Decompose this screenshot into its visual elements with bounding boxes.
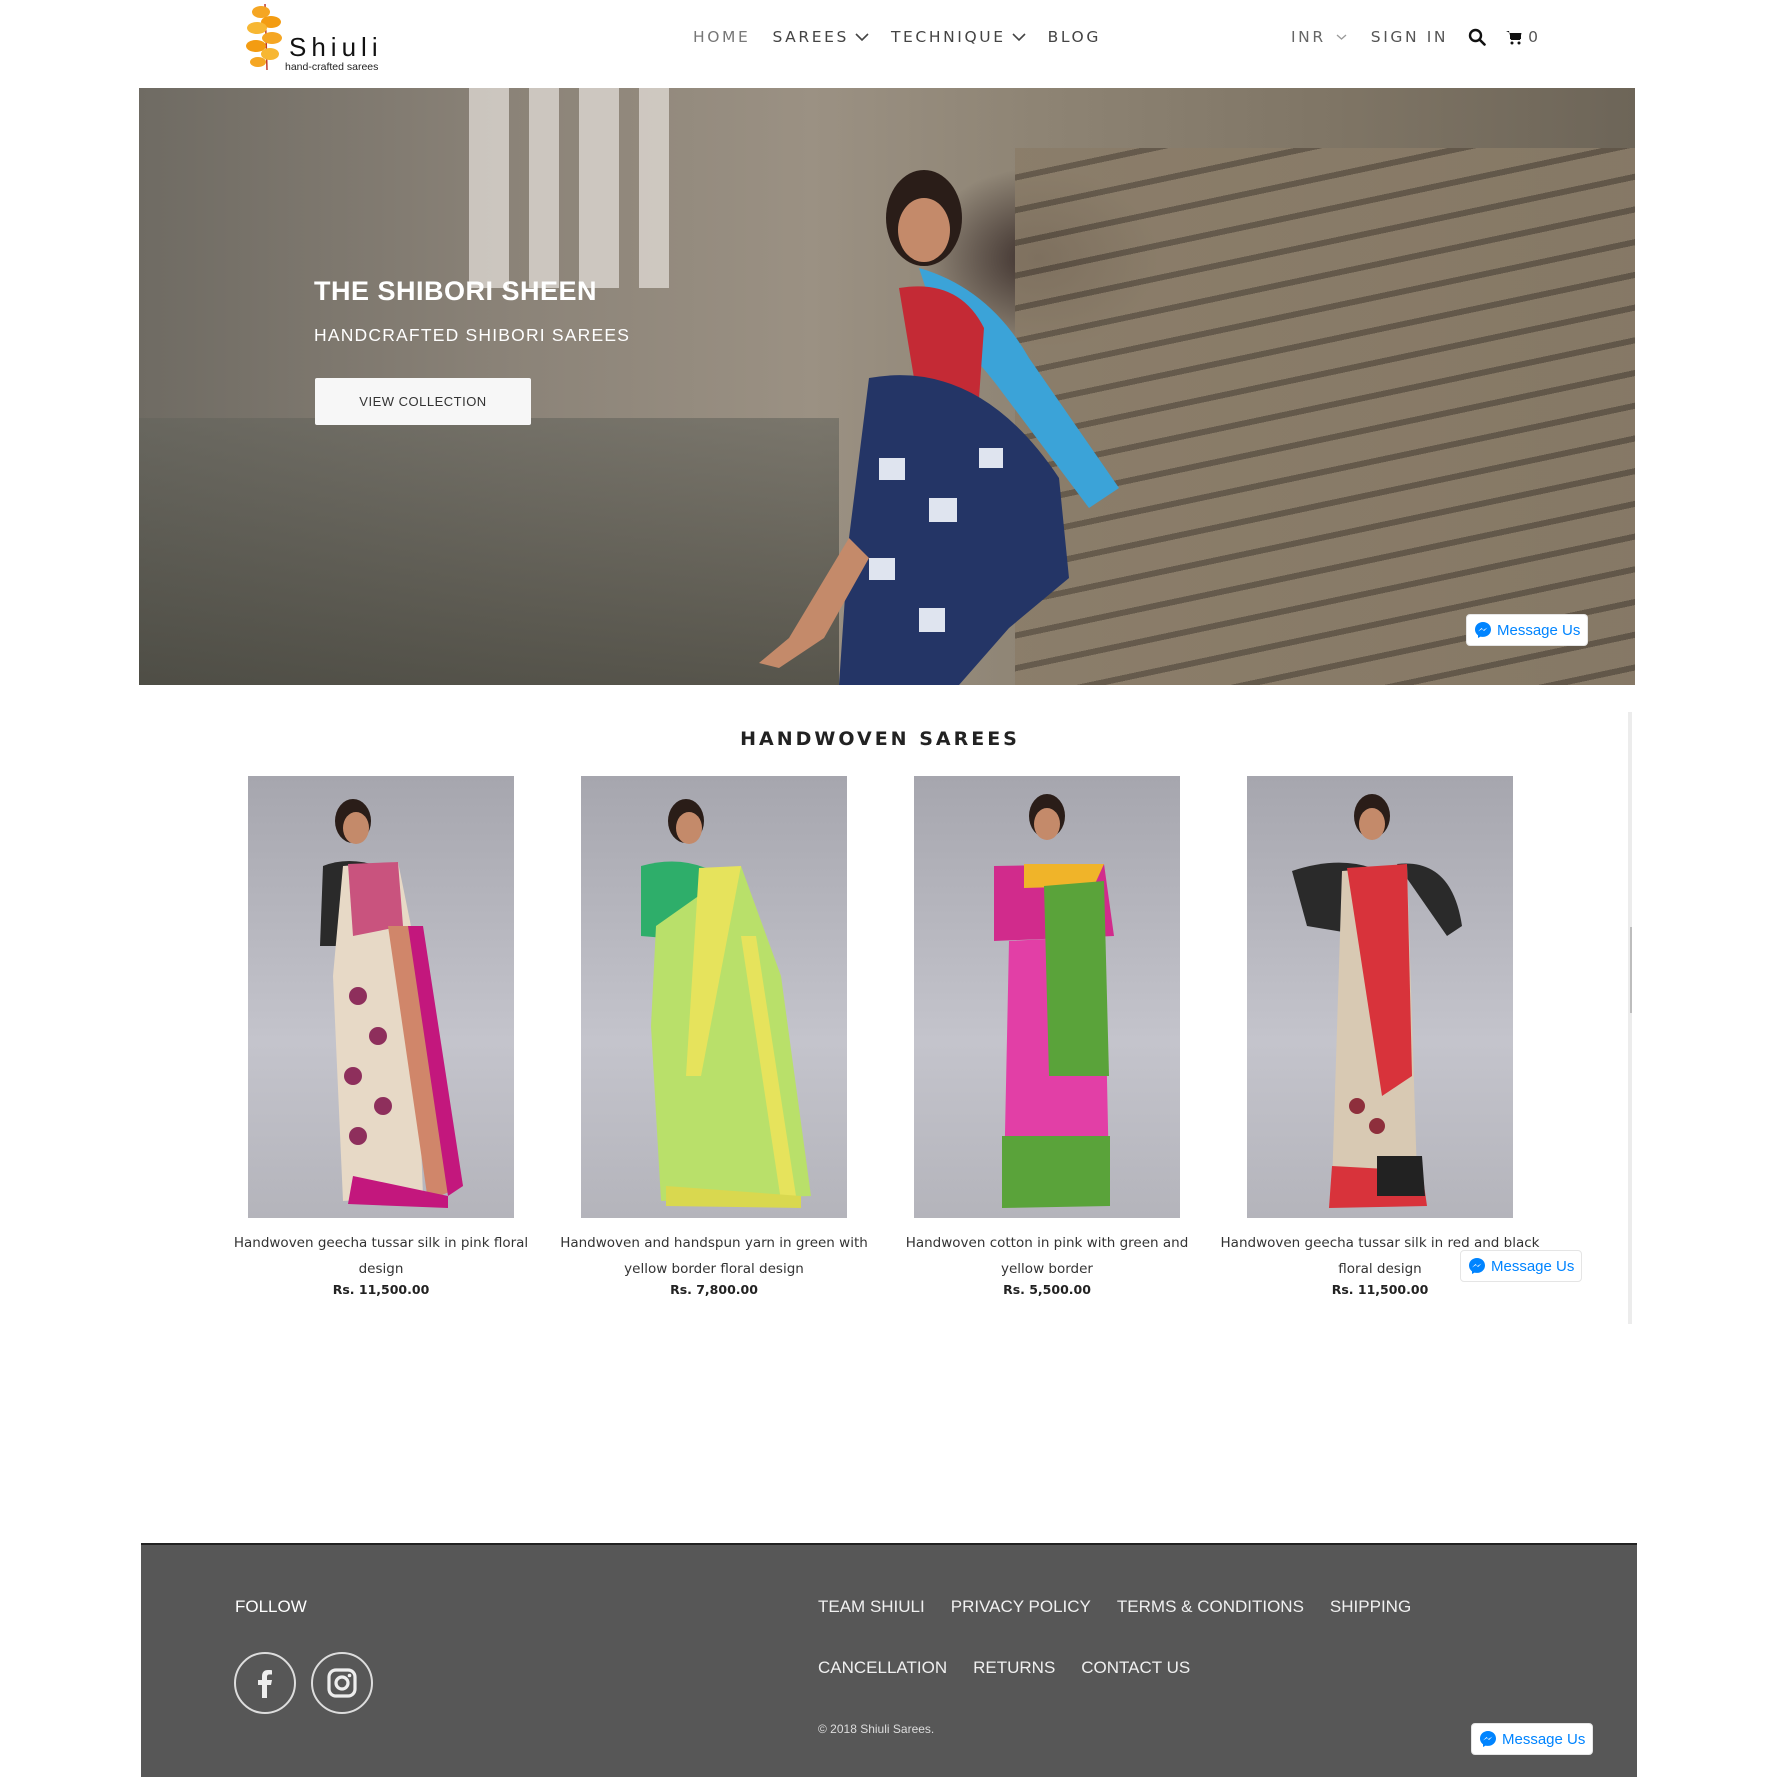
- nav-technique-label: TECHNIQUE: [890, 28, 1006, 46]
- product-name[interactable]: Handwoven cotton in pink with green and …: [887, 1230, 1207, 1282]
- hero-banner: THE SHIBORI SHEEN HANDCRAFTED SHIBORI SA…: [139, 88, 1635, 685]
- instagram-link[interactable]: [311, 1652, 373, 1714]
- hero-background-pillar: [469, 88, 509, 288]
- messenger-icon: [1480, 1731, 1496, 1747]
- messenger-label: Message Us: [1502, 1730, 1586, 1748]
- follow-heading: FOLLOW: [235, 1597, 307, 1616]
- logo-name: Shiuli: [289, 32, 383, 62]
- footer-link-shipping[interactable]: SHIPPING: [1330, 1597, 1411, 1617]
- logo[interactable]: Shiuli hand-crafted sarees: [245, 2, 405, 73]
- hero-background-pillar: [579, 88, 619, 288]
- chevron-down-icon: [1012, 33, 1026, 42]
- product-image[interactable]: [581, 776, 847, 1218]
- nav-technique[interactable]: TECHNIQUE: [891, 28, 1026, 46]
- product-image[interactable]: [248, 776, 514, 1218]
- view-collection-button[interactable]: VIEW COLLECTION: [315, 378, 531, 425]
- product-price: Rs. 11,500.00: [332, 1282, 430, 1297]
- cart-icon: [1506, 31, 1522, 45]
- section-title: HANDWOVEN SAREES: [740, 728, 1020, 750]
- footer: FOLLOW TEAM SHIULI PRIVACY POLICY TERMS …: [141, 1543, 1637, 1777]
- messenger-label: Message Us: [1497, 621, 1581, 639]
- nav-sarees-label: SAREES: [772, 28, 849, 46]
- footer-links-row-2: CANCELLATION RETURNS CONTACT US: [818, 1658, 1190, 1678]
- facebook-link[interactable]: [234, 1652, 296, 1714]
- footer-link-team-shiuli[interactable]: TEAM SHIULI: [818, 1597, 925, 1617]
- product-image[interactable]: [914, 776, 1180, 1218]
- product-photo: [1292, 794, 1462, 1208]
- cart-button[interactable]: 0: [1506, 28, 1538, 46]
- instagram-icon: [327, 1668, 357, 1698]
- messenger-icon: [1475, 622, 1491, 638]
- messenger-label: Message Us: [1491, 1257, 1575, 1275]
- messenger-button[interactable]: Message Us: [1471, 1723, 1594, 1755]
- hero-title: THE SHIBORI SHEEN: [314, 276, 598, 306]
- nav-sarees[interactable]: SAREES: [772, 28, 869, 46]
- hero-background-pillar: [639, 88, 669, 288]
- copyright: © 2018 Shiuli Sarees.: [818, 1722, 935, 1736]
- main-nav: HOME SAREES TECHNIQUE BLOG: [693, 28, 1101, 46]
- section-scrollbar[interactable]: [1628, 712, 1632, 1324]
- product-price: Rs. 11,500.00: [1331, 1282, 1429, 1297]
- cart-count: 0: [1528, 28, 1538, 46]
- nav-home-label: HOME: [693, 28, 751, 46]
- nav-blog[interactable]: BLOG: [1048, 28, 1101, 46]
- product-card[interactable]: Handwoven geecha tussar silk in red and …: [1220, 776, 1540, 1297]
- footer-link-contact-us[interactable]: CONTACT US: [1081, 1658, 1190, 1678]
- search-icon[interactable]: [1468, 28, 1486, 46]
- messenger-button[interactable]: Message Us: [1460, 1250, 1583, 1282]
- product-photo: [320, 799, 463, 1208]
- product-card[interactable]: Handwoven geecha tussar silk in pink flo…: [221, 776, 541, 1297]
- hero-model-image: [759, 170, 1119, 685]
- nav-home[interactable]: HOME: [693, 28, 750, 46]
- product-card[interactable]: Handwoven cotton in pink with green and …: [887, 776, 1207, 1297]
- chevron-down-icon: [1336, 34, 1347, 40]
- product-photo: [994, 794, 1114, 1208]
- currency-selector[interactable]: INR: [1291, 28, 1347, 46]
- product-image[interactable]: [1247, 776, 1513, 1218]
- product-card[interactable]: Handwoven and handspun yarn in green wit…: [554, 776, 874, 1297]
- currency-value: INR: [1291, 28, 1326, 46]
- sign-in-link[interactable]: SIGN IN: [1371, 28, 1448, 46]
- product-price: Rs. 5,500.00: [1003, 1282, 1091, 1297]
- header-utilities: INR SIGN IN 0: [1291, 28, 1538, 46]
- footer-link-privacy-policy[interactable]: PRIVACY POLICY: [951, 1597, 1091, 1617]
- nav-blog-label: BLOG: [1047, 28, 1101, 46]
- facebook-icon: [258, 1670, 272, 1698]
- shiuli-flower-icon: [246, 3, 282, 71]
- footer-links-row-1: TEAM SHIULI PRIVACY POLICY TERMS & CONDI…: [818, 1597, 1411, 1617]
- section-scrollbar-thumb[interactable]: [1630, 927, 1632, 1013]
- footer-link-cancellation[interactable]: CANCELLATION: [818, 1658, 947, 1678]
- footer-link-returns[interactable]: RETURNS: [973, 1658, 1055, 1678]
- hero-subtitle: HANDCRAFTED SHIBORI SAREES: [314, 325, 631, 345]
- product-photo: [641, 799, 811, 1208]
- messenger-icon: [1469, 1258, 1485, 1274]
- hero-background-pillar: [529, 88, 559, 288]
- footer-link-terms[interactable]: TERMS & CONDITIONS: [1117, 1597, 1304, 1617]
- product-name[interactable]: Handwoven geecha tussar silk in pink flo…: [221, 1230, 541, 1282]
- messenger-button[interactable]: Message Us: [1466, 614, 1589, 646]
- chevron-down-icon: [855, 33, 869, 42]
- logo-tagline: hand-crafted sarees: [285, 61, 379, 73]
- product-name[interactable]: Handwoven and handspun yarn in green wit…: [554, 1230, 874, 1282]
- product-price: Rs. 7,800.00: [670, 1282, 758, 1297]
